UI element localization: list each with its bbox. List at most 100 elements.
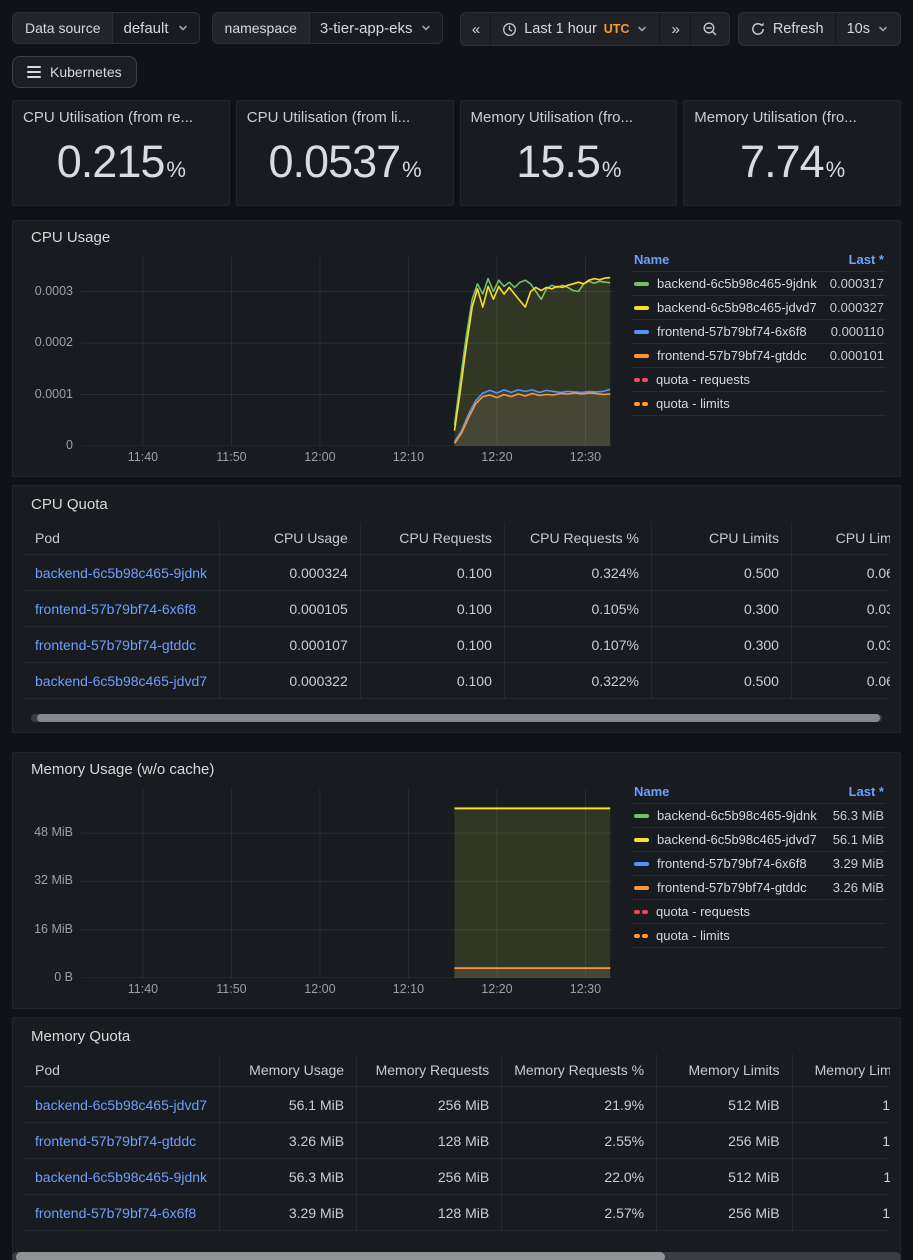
zoom-out-button[interactable]	[690, 13, 729, 45]
pod-link[interactable]: frontend-57b79bf74-6x6f8	[23, 1195, 220, 1231]
y-axis-tick-label: 0.0003	[23, 284, 73, 298]
table-cell: 0.100	[360, 555, 504, 591]
legend-name-header[interactable]: Name	[634, 784, 669, 799]
legend-item[interactable]: frontend-57b79bf74-6x6f80.000110	[632, 319, 886, 343]
table-row: frontend-57b79bf74-gtddc3.26 MiB128 MiB2…	[23, 1123, 890, 1159]
series-name: backend-6c5b98c465-jdvd7	[657, 832, 825, 847]
table-row: backend-6c5b98c465-9jdnk0.0003240.1000.3…	[23, 555, 890, 591]
time-shift-back-button[interactable]: «	[461, 13, 490, 45]
memory-usage-panel: Memory Usage (w/o cache) 0 B16 MiB32 MiB…	[12, 752, 901, 1009]
series-last-value: 0.000317	[830, 276, 884, 291]
horizontal-scrollbar[interactable]	[31, 714, 882, 722]
series-name: frontend-57b79bf74-6x6f8	[657, 324, 823, 339]
series-last-value: 56.1 MiB	[833, 832, 884, 847]
clock-icon	[502, 22, 517, 37]
x-axis-tick-label: 12:00	[296, 982, 344, 996]
time-shift-forward-button[interactable]: »	[659, 13, 689, 45]
legend-item[interactable]: quota - requests	[632, 899, 886, 923]
cpu-quota-panel: CPU Quota PodCPU UsageCPU RequestsCPU Re…	[12, 485, 901, 733]
column-header[interactable]: CPU Requests %	[504, 522, 651, 555]
memory-quota-table: PodMemory UsageMemory RequestsMemory Req…	[23, 1054, 890, 1260]
table-cell: 256 MiB	[657, 1195, 792, 1231]
x-axis-tick-label: 12:20	[473, 982, 521, 996]
kubernetes-dashboards-button[interactable]: Kubernetes	[12, 56, 137, 88]
table-row: backend-6c5b98c465-jdvd70.0003220.1000.3…	[23, 663, 890, 699]
legend-item[interactable]: backend-6c5b98c465-9jdnk56.3 MiB	[632, 803, 886, 827]
table-cell: 2.55%	[502, 1123, 657, 1159]
column-header[interactable]: Memory Requests	[357, 1054, 502, 1087]
stat-panel-cpu-requests[interactable]: CPU Utilisation (from re... 0.215%	[12, 100, 230, 206]
legend-last-header[interactable]: Last *	[849, 252, 884, 267]
namespace-label: namespace	[213, 13, 309, 43]
data-source-picker[interactable]: Data source default	[12, 12, 200, 44]
memory-usage-chart[interactable]: 0 B16 MiB32 MiB48 MiB11:4011:5012:0012:1…	[23, 781, 618, 1000]
series-name: quota - requests	[656, 372, 884, 387]
refresh-button[interactable]: Refresh	[739, 13, 835, 45]
column-header[interactable]: Memory Usage	[220, 1054, 357, 1087]
column-header[interactable]: Memory Requests %	[502, 1054, 657, 1087]
pod-link[interactable]: backend-6c5b98c465-jdvd7	[23, 1087, 220, 1123]
data-source-value[interactable]: default	[112, 13, 198, 43]
table-cell: 1.27%	[792, 1123, 890, 1159]
x-axis-tick-label: 12:10	[384, 982, 432, 996]
table-row: backend-6c5b98c465-jdvd756.1 MiB256 MiB2…	[23, 1087, 890, 1123]
legend-last-header[interactable]: Last *	[849, 784, 884, 799]
legend-item[interactable]: frontend-57b79bf74-gtddc0.000101	[632, 343, 886, 367]
x-axis-tick-label: 12:30	[561, 982, 609, 996]
series-last-value: 3.26 MiB	[833, 880, 884, 895]
cpu-usage-chart[interactable]: 00.00010.00020.000311:4011:5012:0012:101…	[23, 249, 618, 468]
column-header[interactable]: Memory Limits	[657, 1054, 792, 1087]
namespace-value[interactable]: 3-tier-app-eks	[309, 13, 443, 43]
column-header[interactable]: Pod	[23, 522, 220, 555]
column-header[interactable]: Memory Limits %	[792, 1054, 890, 1087]
series-color-icon	[634, 862, 649, 866]
table-cell: 256 MiB	[657, 1123, 792, 1159]
column-header[interactable]: CPU Limits %	[791, 522, 890, 555]
legend-item[interactable]: backend-6c5b98c465-9jdnk0.000317	[632, 271, 886, 295]
table-cell: 512 MiB	[657, 1159, 792, 1195]
series-color-icon	[634, 934, 648, 938]
pod-link[interactable]: backend-6c5b98c465-9jdnk	[23, 555, 220, 591]
double-chevron-left-icon: «	[472, 21, 479, 38]
pod-link[interactable]: frontend-57b79bf74-6x6f8	[23, 591, 220, 627]
stat-value: 0.215%	[57, 139, 185, 184]
time-controls: « Last 1 hour UTC » Refresh	[460, 12, 901, 46]
pod-link[interactable]: backend-6c5b98c465-jdvd7	[23, 663, 220, 699]
pod-link[interactable]: frontend-57b79bf74-gtddc	[23, 627, 220, 663]
namespace-picker[interactable]: namespace 3-tier-app-eks	[212, 12, 444, 44]
table-cell: 21.9%	[502, 1087, 657, 1123]
legend-item[interactable]: backend-6c5b98c465-jdvd7 56.1 MiB	[632, 827, 886, 851]
series-name: frontend-57b79bf74-gtddc	[657, 880, 825, 895]
table-cell: 0.322%	[504, 663, 651, 699]
table-row: frontend-57b79bf74-6x6f83.29 MiB128 MiB2…	[23, 1195, 890, 1231]
time-range-picker[interactable]: Last 1 hour UTC	[490, 13, 659, 45]
column-header[interactable]: Pod	[23, 1054, 220, 1087]
x-axis-tick-label: 12:10	[384, 450, 432, 464]
legend-item[interactable]: quota - requests	[632, 367, 886, 391]
stat-panel-cpu-limits[interactable]: CPU Utilisation (from li... 0.0537%	[236, 100, 454, 206]
legend-item[interactable]: quota - limits	[632, 923, 886, 948]
series-last-value: 0.000327	[830, 300, 884, 315]
legend-item[interactable]: quota - limits	[632, 391, 886, 416]
legend-item[interactable]: backend-6c5b98c465-jdvd70.000327	[632, 295, 886, 319]
table-cell: 0.500	[651, 663, 791, 699]
refresh-interval-select[interactable]: 10s	[835, 13, 900, 45]
table-cell: 11.0%	[792, 1159, 890, 1195]
legend-item[interactable]: frontend-57b79bf74-gtddc 3.26 MiB	[632, 875, 886, 899]
refresh-interval-value: 10s	[847, 21, 870, 37]
chevron-down-icon	[177, 22, 189, 34]
legend-item[interactable]: frontend-57b79bf74-6x6f83.29 MiB	[632, 851, 886, 875]
stat-panel-memory-limits[interactable]: Memory Utilisation (fro... 7.74%	[683, 100, 901, 206]
column-header[interactable]: CPU Limits	[651, 522, 791, 555]
page-horizontal-scrollbar[interactable]	[12, 1252, 901, 1260]
stat-panel-memory-requests[interactable]: Memory Utilisation (fro... 15.5%	[460, 100, 678, 206]
table-cell: 1.29%	[792, 1195, 890, 1231]
table-row: frontend-57b79bf74-6x6f80.0001050.1000.1…	[23, 591, 890, 627]
pod-link[interactable]: frontend-57b79bf74-gtddc	[23, 1123, 220, 1159]
column-header[interactable]: CPU Requests	[360, 522, 504, 555]
column-header[interactable]: CPU Usage	[220, 522, 361, 555]
pod-link[interactable]: backend-6c5b98c465-9jdnk	[23, 1159, 220, 1195]
legend-name-header[interactable]: Name	[634, 252, 669, 267]
table-cell: 0.000324	[220, 555, 361, 591]
panel-title: CPU Quota	[23, 496, 890, 516]
